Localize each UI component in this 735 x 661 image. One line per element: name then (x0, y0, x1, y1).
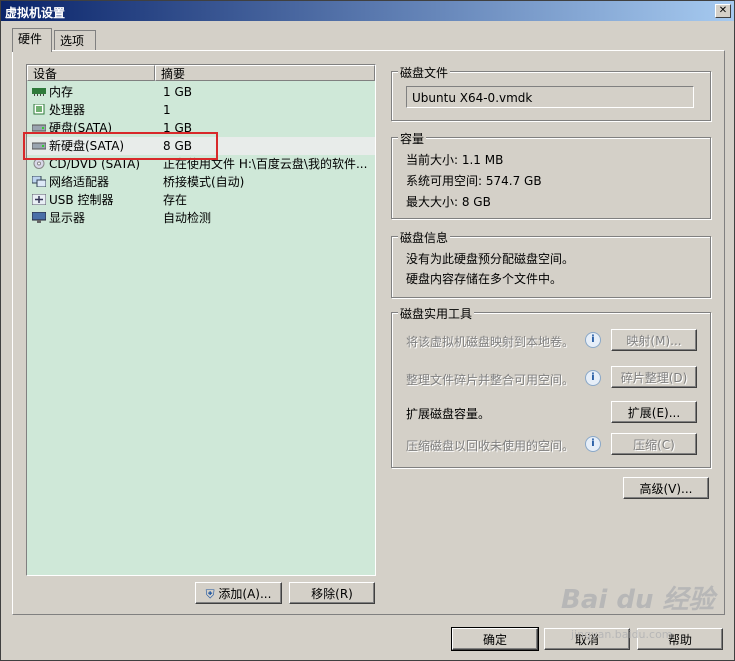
network-adapter-icon (32, 176, 46, 187)
device-name: USB 控制器 (49, 193, 114, 207)
info-icon[interactable]: i (585, 436, 601, 452)
remove-button-label: 移除(R) (311, 587, 353, 601)
memory-icon (32, 88, 46, 96)
device-name: 处理器 (49, 103, 86, 117)
capacity-group: 容量 当前大小: 1.1 MB 系统可用空间: 574.7 GB 最大大小: 8… (391, 130, 711, 219)
column-header-summary-label: 摘要 (161, 67, 186, 81)
tab-hardware[interactable]: 硬件 (12, 28, 52, 52)
baidu-watermark: Bai du 经验 (561, 585, 715, 615)
expand-button-label: 扩展(E)... (627, 406, 681, 420)
disk-info-line-1: 没有为此硬盘预分配磁盘空间。 (406, 252, 575, 266)
add-button[interactable]: ⛨ 添加(A)... (195, 582, 282, 604)
map-button[interactable]: 映射(M)... (611, 329, 697, 351)
column-header-device[interactable]: 设备 (27, 65, 155, 81)
advanced-button-label: 高级(V)... (639, 482, 693, 496)
device-name: 网络适配器 (49, 175, 110, 189)
tab-options[interactable]: 选项 (54, 30, 96, 51)
device-summary: 桥接模式(自动) (163, 175, 245, 189)
baidu-watermark-url: jingyan.baidu.com (571, 628, 673, 641)
expand-description: 扩展磁盘容量。 (406, 407, 491, 421)
available-space-text: 系统可用空间: 574.7 GB (406, 174, 542, 188)
disk-file-field[interactable]: Ubuntu X64-0.vmdk (406, 86, 694, 108)
column-header-summary[interactable]: 摘要 (155, 65, 375, 81)
device-row-usb-controller[interactable]: USB 控制器 存在 (27, 191, 375, 209)
defrag-button-label: 碎片整理(D) (620, 371, 688, 385)
device-row-network-adapter[interactable]: 网络适配器 桥接模式(自动) (27, 173, 375, 191)
capacity-legend: 容量 (398, 130, 427, 147)
disk-info-line-2: 硬盘内容存储在多个文件中。 (406, 272, 563, 286)
disk-file-group: 磁盘文件 Ubuntu X64-0.vmdk (391, 64, 711, 121)
title-bar: 虚拟机设置 ✕ (1, 1, 734, 21)
selection-highlight-annotation (23, 132, 218, 160)
disk-info-group: 磁盘信息 没有为此硬盘预分配磁盘空间。 硬盘内容存储在多个文件中。 (391, 229, 711, 298)
device-summary: 存在 (163, 193, 188, 207)
close-button[interactable]: ✕ (715, 4, 731, 18)
defrag-button[interactable]: 碎片整理(D) (611, 366, 697, 388)
disk-file-value: Ubuntu X64-0.vmdk (412, 91, 533, 105)
compact-description: 压缩磁盘以回收未使用的空间。 (406, 439, 575, 453)
current-size-text: 当前大小: 1.1 MB (406, 153, 504, 167)
map-description: 将该虚拟机磁盘映射到本地卷。 (406, 335, 575, 349)
disk-info-legend: 磁盘信息 (398, 229, 451, 246)
tab-options-label: 选项 (60, 34, 85, 48)
max-size-text: 最大大小: 8 GB (406, 195, 491, 209)
shield-icon: ⛨ (205, 587, 215, 601)
map-button-label: 映射(M)... (626, 334, 682, 348)
defrag-description: 整理文件碎片并整合可用空间。 (406, 373, 575, 387)
column-header-device-label: 设备 (33, 67, 58, 81)
compact-button-label: 压缩(C) (633, 438, 675, 452)
info-icon[interactable]: i (585, 370, 601, 386)
remove-button[interactable]: 移除(R) (289, 582, 375, 604)
device-summary: 自动检测 (163, 211, 212, 225)
device-name: 显示器 (49, 211, 86, 225)
compact-button[interactable]: 压缩(C) (611, 433, 697, 455)
usb-icon (32, 194, 46, 205)
disk-file-legend: 磁盘文件 (398, 64, 451, 81)
info-icon[interactable]: i (585, 332, 601, 348)
disk-utilities-group: 磁盘实用工具 将该虚拟机磁盘映射到本地卷。 i 映射(M)... 整理文件碎片并… (391, 305, 711, 468)
tab-hardware-label: 硬件 (18, 32, 43, 46)
device-name: 内存 (49, 85, 74, 99)
processor-icon (33, 104, 45, 115)
device-summary: 1 (163, 103, 171, 117)
disk-utilities-legend: 磁盘实用工具 (398, 305, 475, 322)
device-row-memory[interactable]: 内存 1 GB (27, 83, 375, 101)
ok-button-label: 确定 (482, 633, 507, 647)
device-row-display[interactable]: 显示器 自动检测 (27, 209, 375, 227)
window-title: 虚拟机设置 (5, 6, 66, 20)
expand-button[interactable]: 扩展(E)... (611, 401, 697, 423)
display-icon (32, 212, 46, 223)
device-row-processor[interactable]: 处理器 1 (27, 101, 375, 119)
add-button-label: 添加(A)... (218, 587, 272, 601)
device-summary: 1 GB (163, 85, 192, 99)
advanced-button[interactable]: 高级(V)... (623, 477, 709, 499)
close-icon: ✕ (718, 5, 728, 16)
ok-button[interactable]: 确定 (451, 627, 539, 651)
virtual-machine-settings-dialog: 虚拟机设置 ✕ 硬件 选项 设备 摘要 内存 1 GB 处理器 1 硬盘(SAT… (0, 0, 735, 661)
